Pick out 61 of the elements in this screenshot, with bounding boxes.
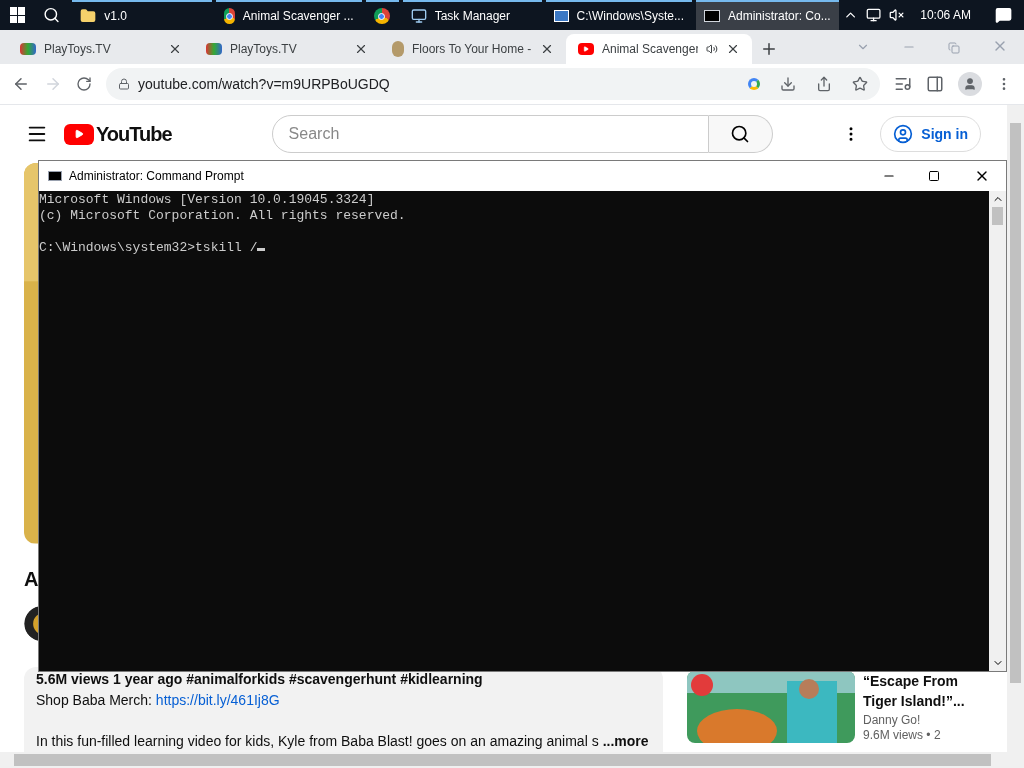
notification-icon[interactable]	[994, 6, 1012, 24]
horizontal-scrollbar[interactable]	[0, 752, 1007, 768]
search-icon[interactable]	[43, 6, 61, 24]
download-icon[interactable]	[780, 76, 796, 92]
bookmark-star-icon[interactable]	[852, 76, 868, 92]
merch-link[interactable]: https://bit.ly/461Ij8G	[155, 692, 280, 708]
toy-icon	[206, 43, 222, 55]
user-icon	[893, 124, 914, 144]
views-line: 5.6M views 1 year ago #animalforkids #scavengerhunt #kidlearning	[36, 670, 484, 689]
window-icon	[554, 10, 569, 22]
merch-text: Shop Baba Merch: https://bit.ly/461Ij8G	[36, 691, 281, 710]
browser-icon	[223, 8, 235, 24]
figure-icon	[392, 41, 404, 57]
speaker-icon[interactable]	[706, 43, 718, 55]
search-field[interactable]: Search	[271, 115, 709, 153]
media-icon[interactable]	[894, 75, 912, 93]
description-text: In this fun-filled learning video for kids, Kyle from Baba Blast! goes on an amazing animal s	[36, 732, 599, 751]
back-icon[interactable]	[12, 75, 30, 93]
toy-icon	[20, 43, 36, 55]
console-line: (c) Microsoft Corporation. All rights reserved.	[39, 208, 407, 224]
browser-icon	[373, 8, 390, 24]
vertical-scrollbar[interactable]	[1007, 105, 1024, 768]
browser-tab[interactable]: Floors To Your Home -	[380, 34, 566, 64]
close-tab-icon[interactable]	[726, 42, 740, 56]
taskbar-button[interactable]: Administrator: Co...	[696, 0, 839, 30]
video-meta: 9.6M views • 2	[863, 728, 942, 743]
more-link[interactable]: ...more	[602, 731, 649, 752]
console-scrollbar[interactable]	[989, 191, 1006, 671]
close-tab-icon[interactable]	[354, 42, 368, 56]
browser-tab[interactable]: PlayToys.TV	[194, 34, 380, 64]
search-icon	[730, 124, 751, 144]
console-icon	[704, 10, 720, 22]
youtube-icon	[578, 43, 594, 55]
search-button[interactable]	[708, 115, 773, 153]
reload-icon[interactable]	[76, 76, 92, 92]
browser-tab[interactable]: PlayToys.TV	[8, 34, 194, 64]
channel-name: Danny Go!	[863, 713, 922, 728]
network-icon[interactable]	[865, 7, 882, 23]
close-tab-icon[interactable]	[168, 42, 182, 56]
console-line: C:\Windows\system32>tskill /	[39, 240, 989, 256]
console-line: Microsoft Windows [Version 10.0.19045.3324]	[39, 192, 376, 208]
muted-speaker-icon[interactable]	[889, 7, 905, 23]
share-icon[interactable]	[816, 76, 832, 92]
youtube-logo[interactable]: YouTube	[64, 119, 172, 149]
folder-icon	[80, 8, 97, 24]
google-icon[interactable]	[748, 78, 760, 90]
new-tab-icon[interactable]	[760, 40, 778, 58]
profile-icon[interactable]	[958, 72, 982, 96]
monitor-icon	[410, 8, 427, 24]
side-panel-icon[interactable]	[926, 75, 944, 93]
lock-icon	[118, 78, 130, 90]
close-tab-icon[interactable]	[540, 42, 554, 56]
address-bar[interactable]: youtube.com/watch?v=m9URPBoUGDQ	[106, 68, 880, 100]
console-icon	[48, 171, 62, 181]
text-cursor	[257, 248, 266, 251]
clock[interactable]: 10:06 AM	[920, 6, 971, 24]
window-title: Administrator: Command Prompt	[69, 168, 244, 185]
video-title[interactable]: “Escape From Tiger Island!”...	[863, 671, 993, 711]
video-title: A	[24, 566, 40, 592]
maximize-icon[interactable]	[928, 170, 940, 182]
windows-start-icon[interactable]	[10, 7, 26, 23]
